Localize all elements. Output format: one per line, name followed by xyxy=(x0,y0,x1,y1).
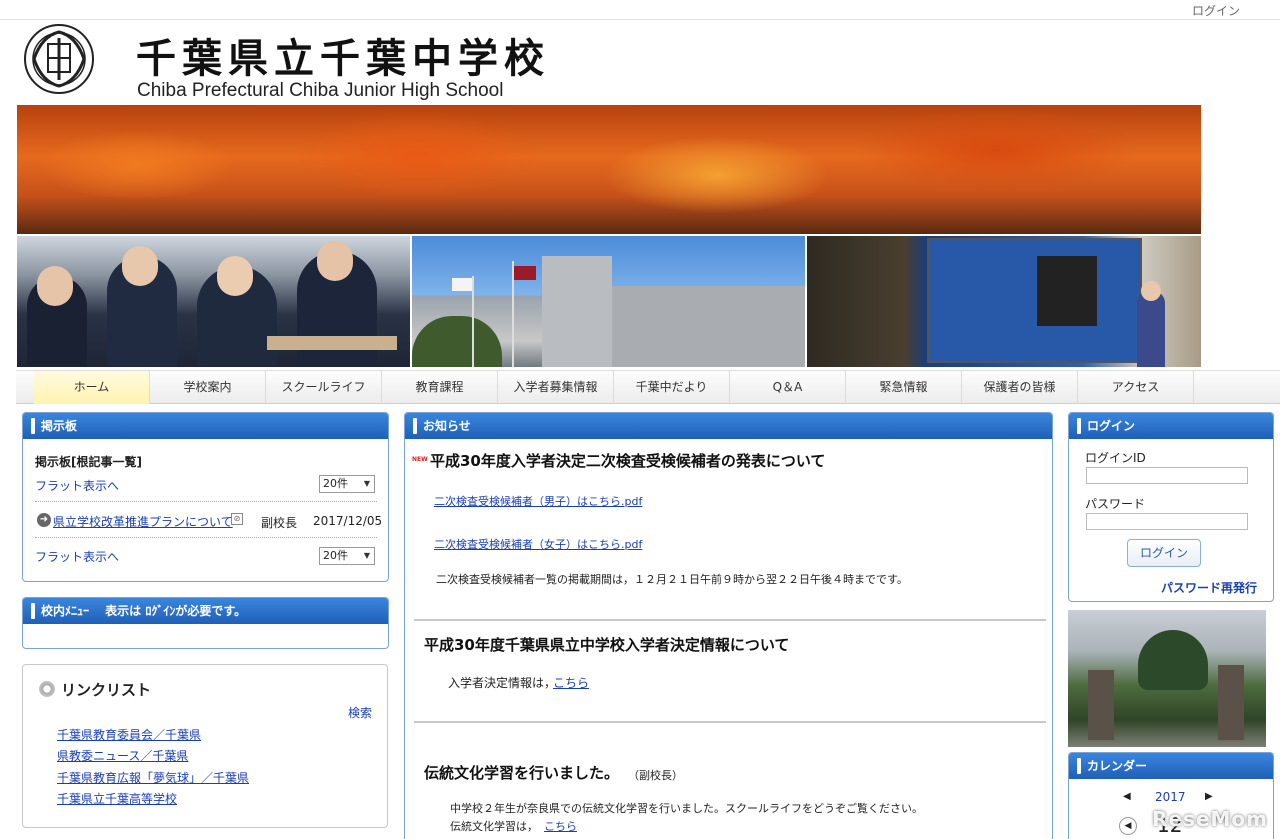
page-size-select[interactable]: 20件 xyxy=(319,475,375,493)
school-crest-logo[interactable] xyxy=(22,22,96,96)
news-separator xyxy=(414,721,1046,723)
prev-month-icon[interactable]: ◀ xyxy=(1119,817,1137,835)
prev-year-icon[interactable]: ◀ xyxy=(1123,791,1131,802)
news-panel-title: お知らせ xyxy=(405,413,1052,439)
top-login-link[interactable]: ログイン xyxy=(1192,2,1240,19)
classroom-photo xyxy=(17,236,410,367)
main-navigation: ホーム 学校案内 スクールライフ 教育課程 入学者募集情報 千葉中だより Q＆A… xyxy=(16,370,1280,404)
resemom-watermark: ReseMom xyxy=(1152,807,1268,831)
nav-item-curriculum[interactable]: 教育課程 xyxy=(382,371,498,404)
nav-item-school-guide[interactable]: 学校案内 xyxy=(150,371,266,404)
news-item-body: 二次検査受検候補者一覧の掲載期間は，１２月２１日午前９時から翌２２日午後４時まで… xyxy=(436,573,908,586)
bbs-item-author: 副校長 xyxy=(261,516,298,530)
bulletin-board-title: 掲示板 xyxy=(23,413,388,439)
news-pdf-link-girls[interactable]: 二次検査受検候補者（女子）はこちら.pdf xyxy=(434,536,642,552)
link-list-item[interactable]: 千葉県立千葉高等学校 xyxy=(57,790,177,807)
link-list-item[interactable]: 千葉県教育委員会／千葉県 xyxy=(57,726,201,743)
gate-pillar-left xyxy=(1088,670,1114,740)
nav-item-parents[interactable]: 保護者の皆様 xyxy=(962,371,1078,404)
next-year-icon[interactable]: ▶ xyxy=(1205,791,1213,802)
news-item-body: 中学校２年生が奈良県での伝統文化学習を行いました。スクールライフをどうぞご覧くだ… xyxy=(450,802,923,815)
site-header: 千葉県立千葉中学校 Chiba Prefectural Chiba Junior… xyxy=(16,20,1200,104)
news-item-title[interactable]: 伝統文化学習を行いました。 xyxy=(424,762,619,783)
login-id-input[interactable] xyxy=(1086,467,1248,484)
circle-bullet-icon xyxy=(39,681,55,697)
school-menu-panel: 校内ﾒﾆｭｰ 表示は ﾛｸﾞｲﾝが必要です。 xyxy=(22,597,389,649)
news-item-title[interactable]: 平成30年度千葉県県立中学校入学者決定情報について xyxy=(424,634,789,655)
bulletin-board-panel: 掲示板 掲示板[根記事一覧] フラット表示へ 20件 ➜ 県立学校改革推進プラン… xyxy=(22,412,389,582)
school-building-photo xyxy=(412,236,805,367)
calendar-title: カレンダー xyxy=(1069,753,1273,779)
news-item-body-link[interactable]: こちら xyxy=(553,674,589,691)
school-gate-photo xyxy=(1068,610,1266,747)
nav-item-admissions[interactable]: 入学者募集情報 xyxy=(498,371,614,404)
news-item-title[interactable]: 平成30年度入学者決定二次検査受検候補者の発表について xyxy=(430,450,825,471)
link-list-search-link[interactable]: 検索 xyxy=(348,704,372,721)
nav-item-home[interactable]: ホーム xyxy=(34,371,150,404)
link-list-item[interactable]: 千葉県教育広報「夢気球」／千葉県 xyxy=(57,769,249,786)
login-button[interactable]: ログイン xyxy=(1127,539,1201,567)
school-menu-title: 校内ﾒﾆｭｰ 表示は ﾛｸﾞｲﾝが必要です。 xyxy=(23,598,388,624)
bulletin-board-subtitle: 掲示板[根記事一覧] xyxy=(35,455,142,469)
autumn-leaves-photo xyxy=(17,105,1201,234)
nav-item-newsletter[interactable]: 千葉中だより xyxy=(614,371,730,404)
flat-view-link-bottom[interactable]: フラット表示へ xyxy=(35,548,119,565)
bbs-item-date: 2017/12/05 xyxy=(313,514,383,528)
link-list-title: リンクリスト xyxy=(61,681,152,699)
bbs-item-title-link[interactable]: 県立学校改革推進プランについて xyxy=(53,513,233,530)
nav-item-school-life[interactable]: スクールライフ xyxy=(266,371,382,404)
divider xyxy=(35,537,377,538)
no-entry-icon: ⊘ xyxy=(231,513,243,525)
login-id-label: ログインID xyxy=(1085,451,1146,465)
school-name-japanese: 千葉県立千葉中学校 xyxy=(136,35,550,82)
new-badge-icon: NEW xyxy=(412,456,428,463)
login-panel: ログイン ログインID パスワード ログイン パスワード再発行 xyxy=(1068,412,1274,602)
news-item-body-prefix: 伝統文化学習は， xyxy=(450,820,538,833)
password-label: パスワード xyxy=(1085,497,1146,511)
news-item-body-prefix: 入学者決定情報は， xyxy=(448,676,557,690)
header-banner-image xyxy=(17,105,1201,367)
nav-item-access[interactable]: アクセス xyxy=(1078,371,1194,404)
news-item-body-link[interactable]: こちら xyxy=(544,818,577,834)
gate-pillar-right xyxy=(1218,665,1244,740)
calendar-year: 2017 xyxy=(1155,790,1186,804)
nav-item-emergency[interactable]: 緊急情報 xyxy=(846,371,962,404)
presentation-photo xyxy=(807,236,1201,367)
arrow-circle-icon: ➜ xyxy=(37,513,51,527)
login-panel-title: ログイン xyxy=(1069,413,1273,439)
news-pdf-link-boys[interactable]: 二次検査受検候補者（男子）はこちら.pdf xyxy=(434,493,642,509)
news-item-title-note: （副校長） xyxy=(628,769,683,782)
top-bar: ログイン xyxy=(0,0,1280,20)
link-list-item[interactable]: 県教委ニュース／千葉県 xyxy=(57,747,188,764)
password-reissue-link[interactable]: パスワード再発行 xyxy=(1161,579,1257,596)
page-size-select-bottom[interactable]: 20件 xyxy=(319,547,375,565)
school-name-english: Chiba Prefectural Chiba Junior High Scho… xyxy=(137,80,504,101)
nav-item-qa[interactable]: Q＆A xyxy=(730,371,846,404)
tree-shape xyxy=(1138,630,1208,690)
password-input[interactable] xyxy=(1086,513,1248,530)
news-separator xyxy=(414,619,1046,621)
link-list-panel: リンクリスト 検索 千葉県教育委員会／千葉県 県教委ニュース／千葉県 千葉県教育… xyxy=(22,664,388,828)
divider xyxy=(35,501,377,502)
flat-view-link[interactable]: フラット表示へ xyxy=(35,477,119,494)
